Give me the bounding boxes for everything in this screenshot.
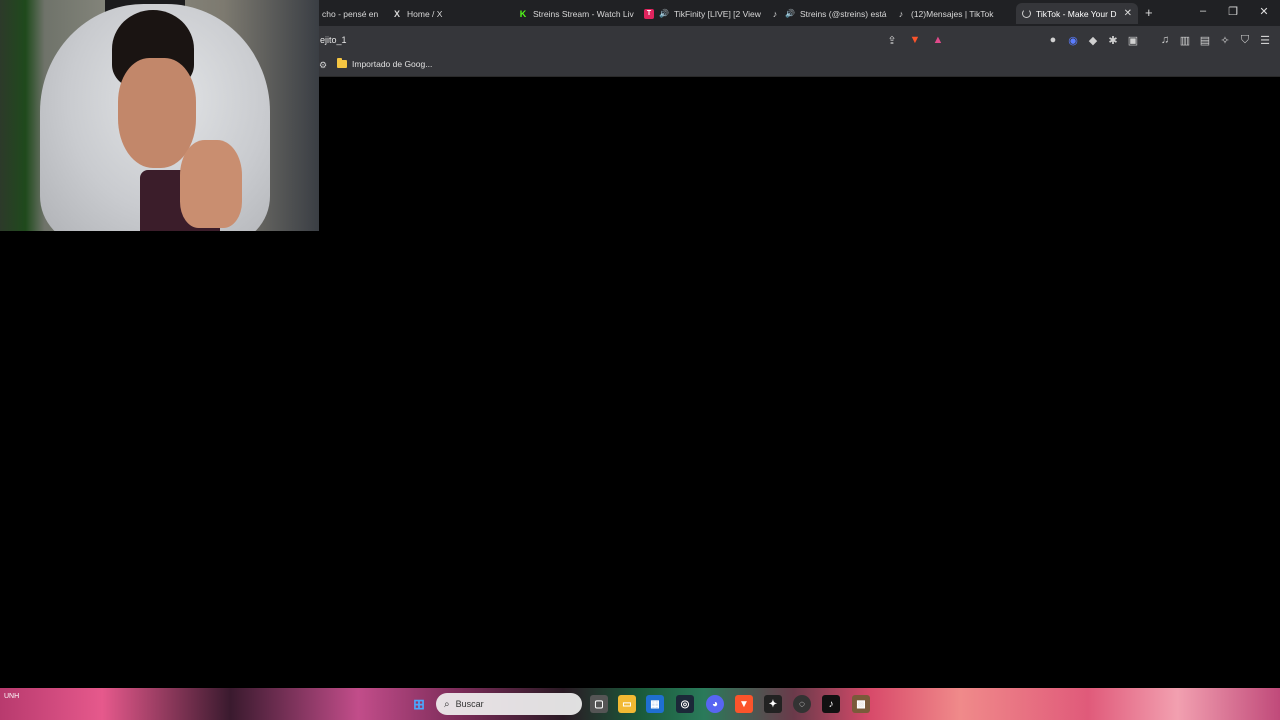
weather-text: UNH	[4, 693, 20, 700]
new-tab-button[interactable]: +	[1145, 5, 1153, 20]
tab-title: Streins (@streins) está	[799, 8, 887, 19]
tab-2[interactable]: K Streins Stream - Watch Liv	[512, 3, 638, 24]
brave-browser-icon[interactable]: ▼	[735, 695, 753, 713]
extension-blue-icon[interactable]: ◉	[1066, 33, 1080, 47]
tab-0[interactable]: cho - pensé en	[316, 3, 386, 24]
x-logo-icon: X	[393, 8, 400, 19]
speaker-icon: 🔊	[785, 9, 795, 18]
leo-ai-icon[interactable]: ✧	[1218, 33, 1232, 47]
app-icon[interactable]: ✦	[764, 695, 782, 713]
windows-start-icon[interactable]: ⊞	[410, 695, 428, 713]
loading-icon	[1022, 9, 1031, 18]
tab-3[interactable]: T 🔊 TikFinity [LIVE] [2 View	[638, 3, 764, 24]
brave-shields-icon[interactable]: ▼	[908, 33, 922, 47]
tab-title: Home / X	[407, 8, 443, 19]
weather-widget[interactable]: UNH	[4, 692, 19, 701]
brave-rewards-icon[interactable]: ▲	[931, 33, 945, 47]
close-tab-icon[interactable]: ✕	[1124, 8, 1132, 19]
file-explorer-icon[interactable]: ▭	[618, 695, 636, 713]
obs-icon[interactable]: ◌	[793, 695, 811, 713]
search-placeholder: Buscar	[455, 699, 484, 709]
restore-button[interactable]: ❐	[1223, 5, 1243, 18]
tiktok-icon: ♪	[772, 8, 778, 19]
minecraft-icon[interactable]: ▩	[852, 695, 870, 713]
tab-title: TikTok - Make Your D	[1036, 8, 1117, 19]
sidebar-icon[interactable]: ▥	[1178, 33, 1192, 47]
media-music-icon[interactable]: ♫	[1158, 33, 1172, 47]
task-view-icon[interactable]: ▢	[590, 695, 608, 713]
tikfinity-icon: T	[644, 8, 654, 19]
search-icon: ⌕	[444, 698, 450, 710]
bookmark-folder-label: Importado de Goog...	[352, 59, 433, 69]
tab-1[interactable]: X Home / X	[386, 3, 512, 24]
webcam-person-hand	[180, 140, 242, 228]
tab-title: cho - pensé en	[322, 8, 379, 19]
extension-diamond-icon[interactable]: ◆	[1086, 33, 1100, 47]
share-icon[interactable]: ⇪	[885, 33, 899, 47]
kick-icon: K	[519, 8, 527, 19]
extension-record-icon[interactable]: ●	[1046, 33, 1060, 47]
vpn-shield-icon[interactable]: ⛉	[1238, 33, 1252, 47]
tab-4[interactable]: ♪ 🔊 Streins (@streins) está	[764, 3, 890, 24]
close-window-button[interactable]: ✕	[1254, 5, 1274, 18]
folder-icon	[337, 58, 347, 68]
taskbar-search[interactable]: ⌕ Buscar	[436, 693, 582, 715]
bookmark-folder-imported[interactable]: Importado de Goog...	[337, 58, 433, 69]
menu-icon[interactable]: ☰	[1258, 33, 1272, 47]
speaker-icon: 🔊	[659, 9, 669, 18]
address-bar-text[interactable]: ejito_1	[320, 35, 347, 45]
tab-title: (12)Mensajes | TikTok	[911, 8, 994, 19]
discord-icon[interactable]: ◕	[706, 695, 724, 713]
store-icon[interactable]: ▦	[646, 695, 664, 713]
tiktok-icon: ♪	[898, 8, 904, 19]
tiktok-live-icon[interactable]: ♪	[822, 695, 840, 713]
tab-5[interactable]: ♪ (12)Mensajes | TikTok	[890, 3, 1016, 24]
tab-title: TikFinity [LIVE] [2 View	[673, 8, 761, 19]
steam-icon[interactable]: ◎	[676, 695, 694, 713]
tab-title: Streins Stream - Watch Liv	[533, 8, 634, 19]
tab-6-active[interactable]: TikTok - Make Your D ✕	[1016, 3, 1138, 24]
wallet-icon[interactable]: ▤	[1198, 33, 1212, 47]
minimize-button[interactable]: –	[1193, 5, 1213, 17]
webcam-overlay	[0, 0, 319, 231]
windows-taskbar: UNH ⊞ ⌕ Buscar ▢ ▭ ▦ ◎ ◕ ▼ ✦ ◌ ♪ ▩	[0, 688, 1280, 720]
screenshot-icon[interactable]: ▣	[1126, 33, 1140, 47]
webcam-person-face	[118, 58, 196, 168]
extensions-puzzle-icon[interactable]: ✱	[1106, 33, 1120, 47]
